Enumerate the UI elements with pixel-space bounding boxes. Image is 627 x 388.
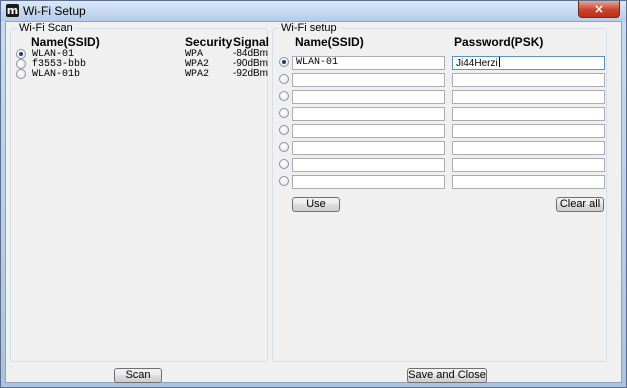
setup-ssid-field[interactable] — [292, 90, 445, 104]
setup-entry-radio[interactable] — [279, 108, 289, 118]
setup-entry-radio[interactable] — [279, 125, 289, 135]
setup-password-field[interactable] — [452, 141, 605, 155]
text-caret — [498, 57, 500, 67]
wifi-setup-window: m Wi-Fi Setup × Wi-Fi Scan Name(SSID) Se… — [0, 0, 627, 388]
title-bar[interactable]: m Wi-Fi Setup × — [1, 1, 626, 21]
scan-header-signal: Signal — [233, 35, 270, 49]
setup-ssid-field[interactable] — [292, 141, 445, 155]
close-icon: × — [593, 2, 605, 16]
use-button[interactable]: Use — [292, 197, 340, 212]
wifi-scan-group: Wi-Fi Scan Name(SSID) Security Signal WL… — [10, 22, 270, 362]
scan-network-signal: -92dBm — [233, 68, 269, 79]
window-title: Wi-Fi Setup — [23, 4, 86, 18]
scan-network-radio[interactable] — [16, 69, 26, 79]
scan-button[interactable]: Scan — [114, 368, 162, 383]
clear-all-button[interactable]: Clear all — [556, 197, 604, 212]
save-and-close-button[interactable]: Save and Close — [407, 368, 487, 383]
wifi-scan-group-title: Wi-Fi Scan — [17, 22, 75, 34]
scan-network-security: WPA2 — [185, 69, 210, 80]
setup-password-field[interactable] — [452, 124, 605, 138]
wifi-setup-group: Wi-Fi setup Name(SSID) Password(PSK) WLA… — [272, 22, 607, 362]
scan-network-row[interactable]: f3553-bbb WPA2 -90dBm — [11, 58, 269, 70]
scan-network-row[interactable]: WLAN-01 WPA -84dBm — [11, 48, 269, 60]
setup-entry-radio[interactable] — [279, 74, 289, 84]
setup-password-value: Ji44Herzi — [456, 58, 498, 69]
app-icon: m — [6, 4, 19, 17]
setup-password-field[interactable]: Ji44Herzi — [452, 56, 605, 70]
scan-header-name: Name(SSID) — [31, 35, 100, 49]
setup-entry-radio[interactable] — [279, 176, 289, 186]
setup-ssid-field[interactable] — [292, 158, 445, 172]
setup-ssid-field[interactable] — [292, 124, 445, 138]
setup-password-field[interactable] — [452, 90, 605, 104]
setup-entry-radio[interactable] — [279, 142, 289, 152]
setup-entry-radio[interactable] — [279, 159, 289, 169]
scan-network-radio[interactable] — [16, 49, 26, 59]
scan-network-radio[interactable] — [16, 59, 26, 69]
setup-password-field[interactable] — [452, 107, 605, 121]
setup-password-field[interactable] — [452, 158, 605, 172]
client-area: Wi-Fi Scan Name(SSID) Security Signal WL… — [5, 21, 622, 383]
setup-ssid-field[interactable] — [292, 107, 445, 121]
setup-password-field[interactable] — [452, 175, 605, 189]
setup-header-name: Name(SSID) — [295, 35, 364, 49]
scan-header-security: Security — [185, 35, 233, 49]
setup-ssid-field[interactable] — [292, 175, 445, 189]
setup-ssid-field[interactable]: WLAN-01 — [292, 56, 445, 70]
wifi-setup-group-title: Wi-Fi setup — [279, 22, 339, 34]
setup-entry-radio[interactable] — [279, 91, 289, 101]
setup-header-password: Password(PSK) — [454, 35, 544, 49]
scan-network-ssid: WLAN-01b — [32, 69, 81, 80]
setup-password-field[interactable] — [452, 73, 605, 87]
scan-network-row[interactable]: WLAN-01b WPA2 -92dBm — [11, 68, 269, 80]
close-button[interactable]: × — [578, 1, 620, 18]
setup-ssid-field[interactable] — [292, 73, 445, 87]
setup-entry-radio[interactable] — [279, 57, 289, 67]
